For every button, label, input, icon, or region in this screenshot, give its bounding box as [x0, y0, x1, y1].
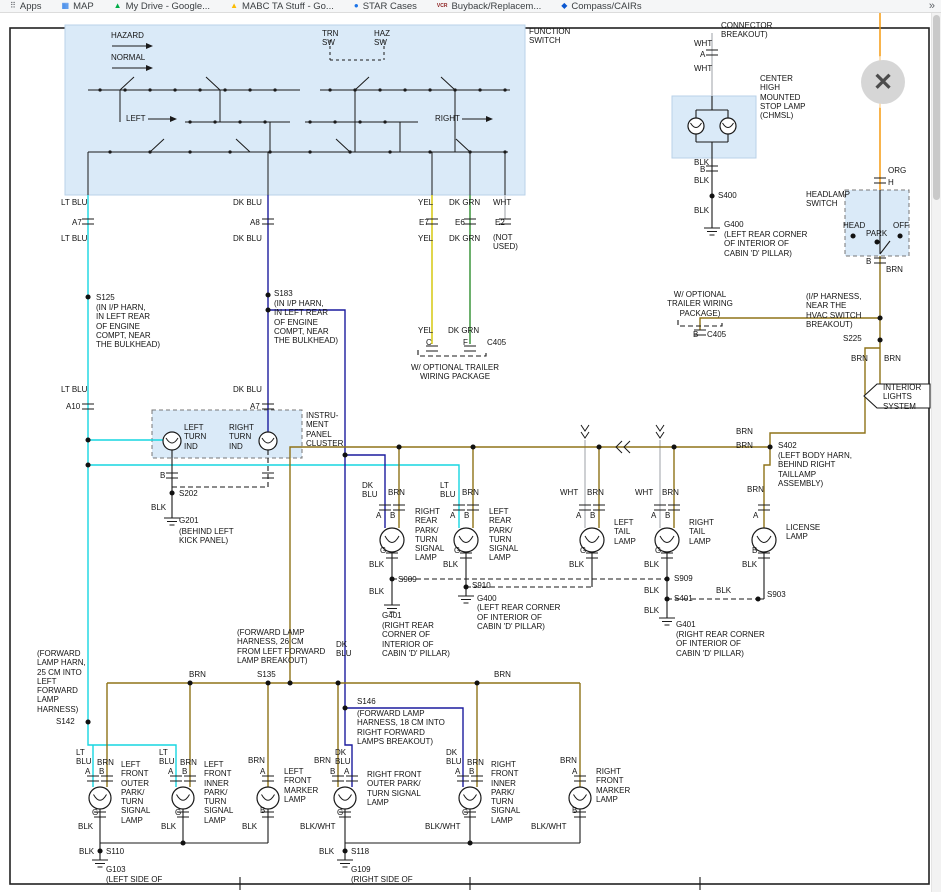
apps-grid-icon: ⠿: [10, 2, 16, 10]
interior-lights-arrow: [864, 384, 930, 408]
map-favicon-icon: ▦: [62, 2, 70, 10]
bookmark-label: My Drive - Google...: [126, 1, 210, 12]
bookmark-label: MABC TA Stuff - Go...: [242, 1, 334, 12]
bookmark-item[interactable]: ◆ Compass/CAIRs: [561, 1, 641, 12]
ground-symbols: [92, 228, 720, 867]
offpage-chevrons: [581, 425, 664, 453]
headlamp-switch-box: [845, 190, 909, 256]
bookmark-item[interactable]: ▲ My Drive - Google...: [114, 1, 210, 12]
drive-favicon-icon: ▲: [114, 2, 122, 10]
bookmark-item[interactable]: ▲ MABC TA Stuff - Go...: [230, 1, 334, 12]
close-button[interactable]: ✕: [861, 60, 905, 104]
vcr-text-favicon-icon: VCR: [437, 2, 448, 10]
wire-blk: [100, 96, 890, 860]
compass-favicon-icon: ◆: [561, 2, 567, 10]
bookmarks-overflow-chevron-icon[interactable]: »: [929, 0, 935, 12]
chmsl-box: [672, 96, 756, 158]
bookmark-label: Buyback/Replacem...: [451, 1, 541, 12]
bookmarks-bar: ⠿ Apps ▦MAP ▲ My Drive - Google... ▲ MABC TA S…: [0, 0, 941, 13]
bookmark-item[interactable]: ⠿ Apps: [10, 1, 42, 12]
star-cases-favicon-icon: ●: [354, 2, 359, 10]
wire-lt-blu: [88, 195, 459, 787]
function-switch-box: [65, 25, 525, 195]
wire-blk-shared: [172, 320, 758, 599]
splice-dots: [88, 196, 900, 851]
scrollbar-thumb[interactable]: [933, 15, 940, 200]
wiring-diagram-page: HAZARDNORMALTRN SWHAZ SWFUNCTION SWITCHL…: [0, 0, 941, 892]
wiring-diagram-drawing: [0, 0, 941, 892]
bookmark-item[interactable]: ● STAR Cases: [354, 1, 417, 12]
bookmark-label: STAR Cases: [363, 1, 417, 12]
bookmark-label: Apps: [20, 1, 42, 12]
bookmark-label: Compass/CAIRs: [571, 1, 641, 12]
bookmark-item[interactable]: ▦MAP: [62, 1, 94, 12]
bookmark-label: MAP: [73, 1, 94, 12]
vertical-scrollbar[interactable]: [931, 13, 941, 892]
wire-brn: [107, 256, 880, 787]
close-icon: ✕: [873, 68, 893, 97]
bookmark-item[interactable]: VCRBuyback/Replacem...: [437, 1, 541, 12]
drive-favicon-icon: ▲: [230, 2, 238, 10]
wire-dk-blu: [268, 195, 463, 787]
